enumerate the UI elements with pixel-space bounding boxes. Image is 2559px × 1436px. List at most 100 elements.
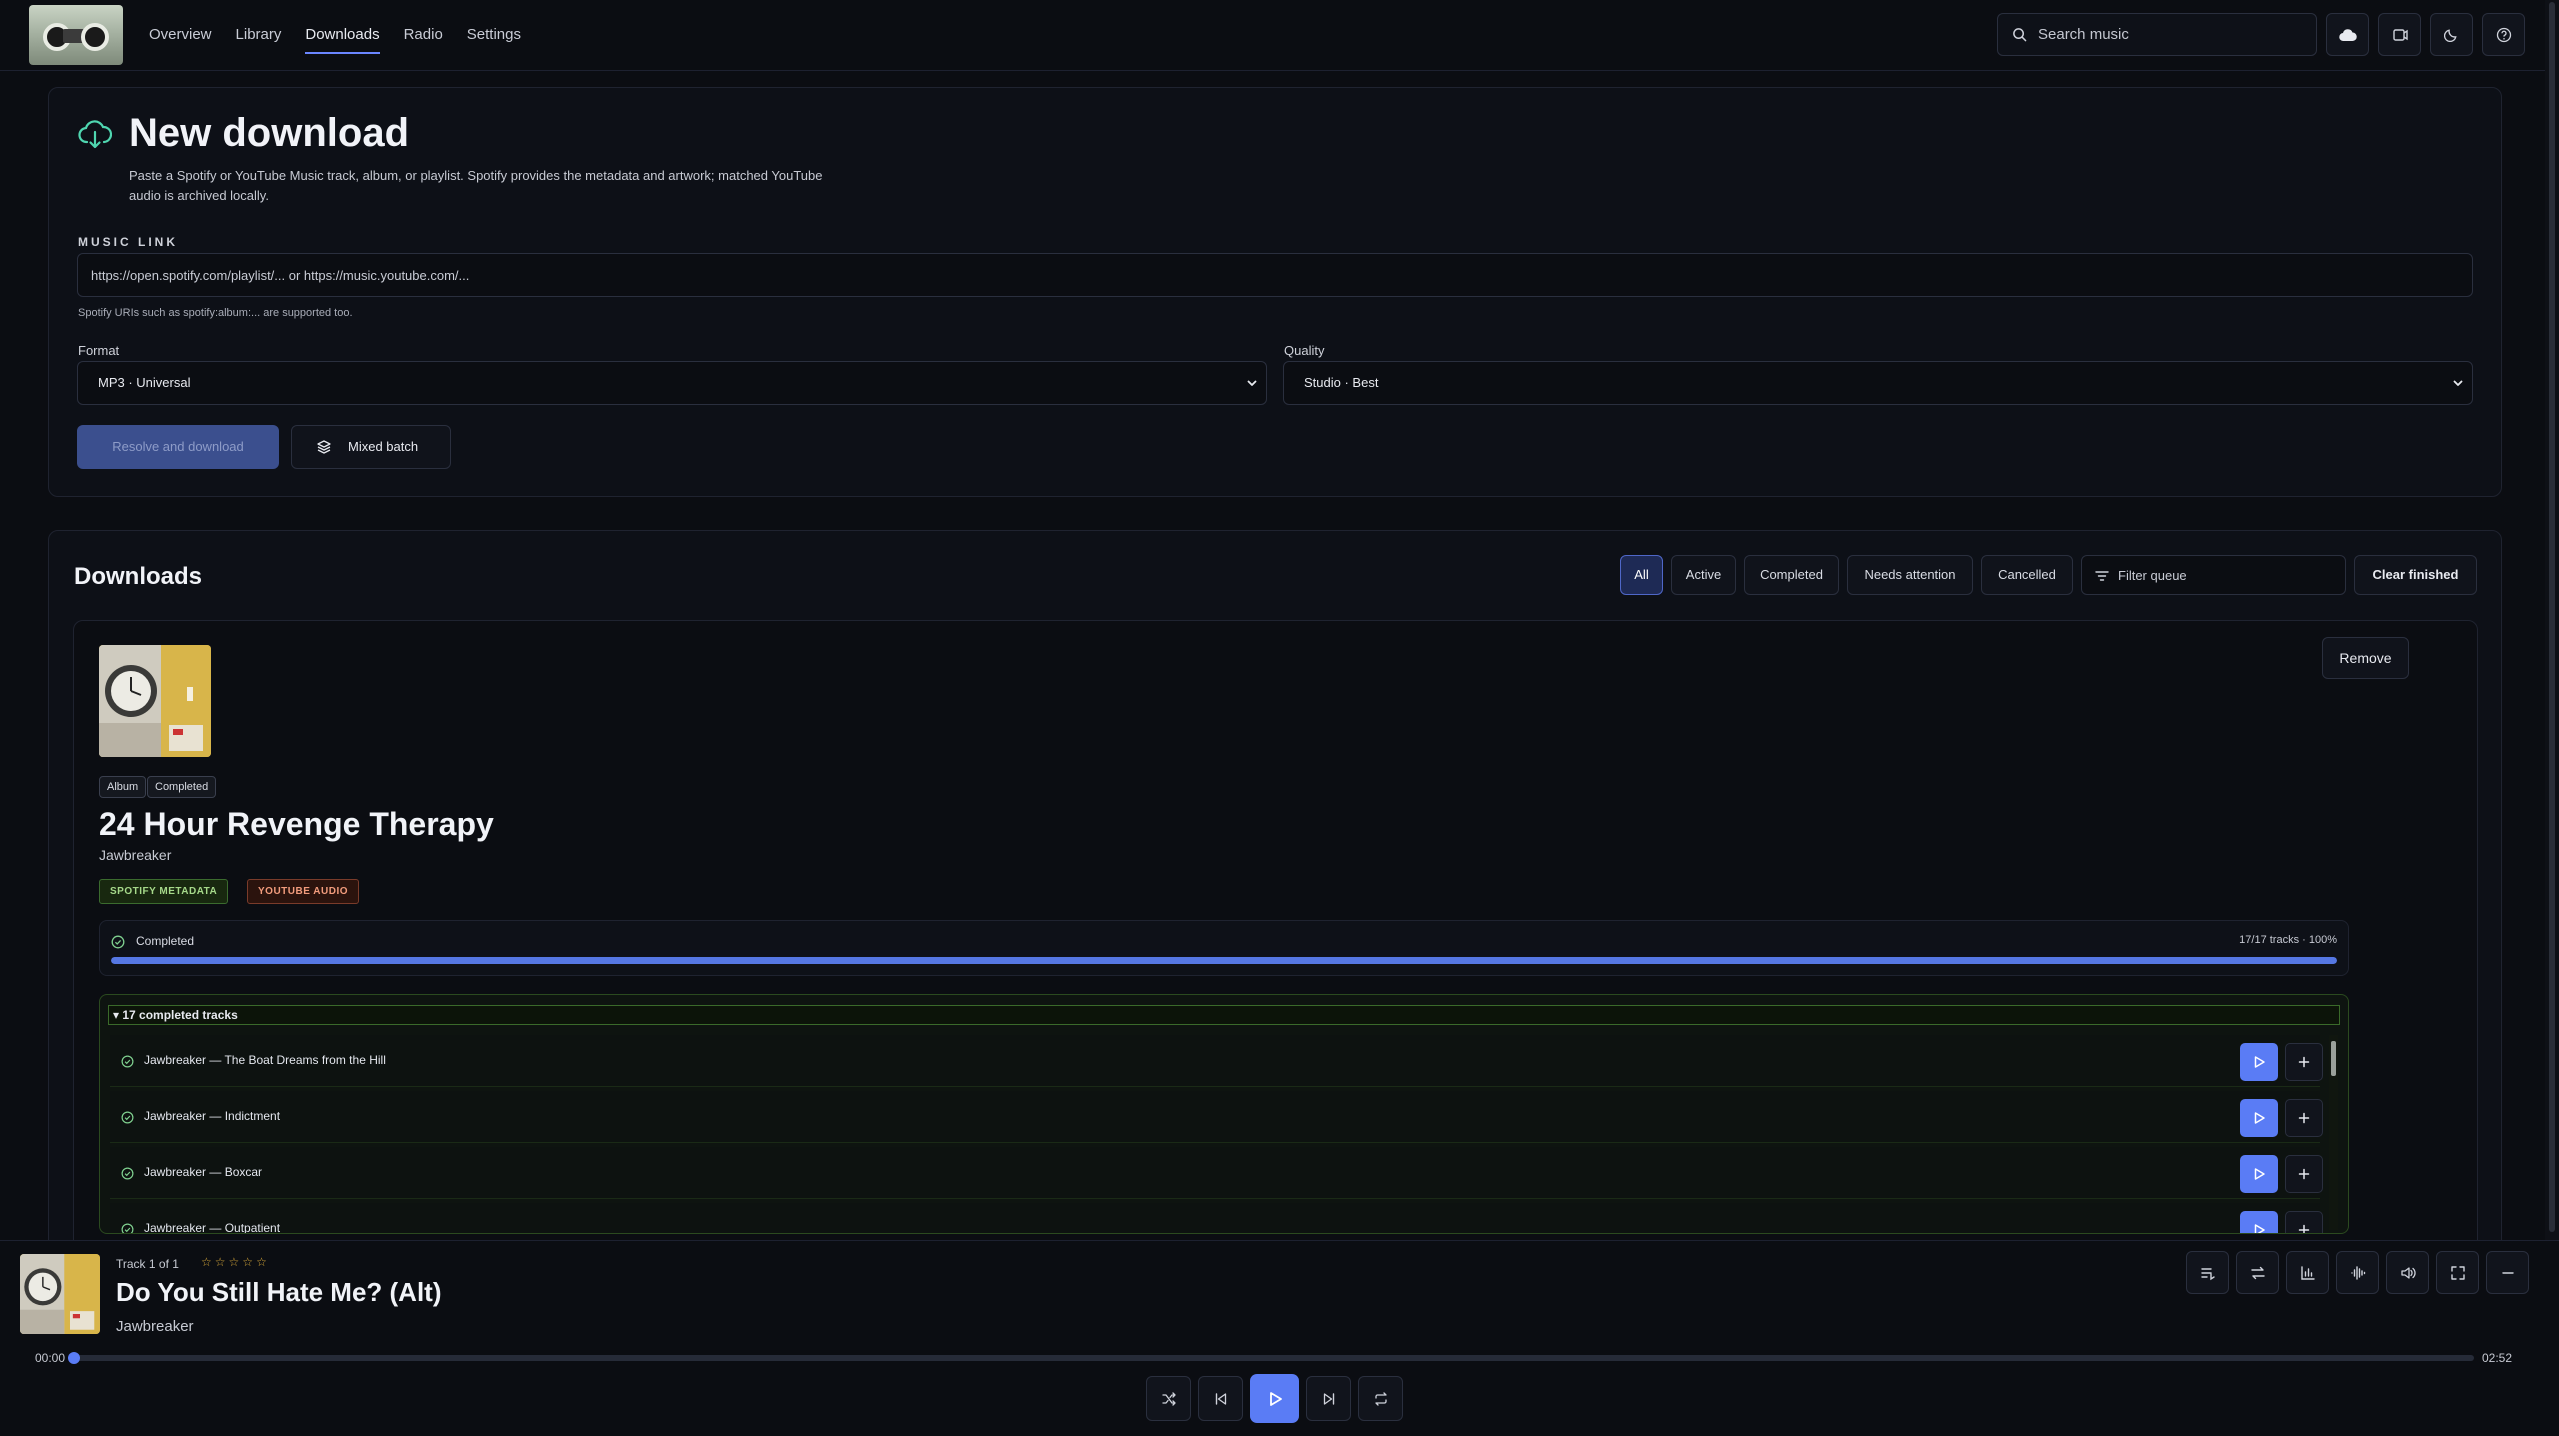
equalizer-button[interactable] xyxy=(2336,1251,2379,1294)
nav-settings[interactable]: Settings xyxy=(467,0,521,71)
music-link-field[interactable] xyxy=(77,253,2473,297)
queue-icon xyxy=(2200,1265,2216,1281)
play-button[interactable] xyxy=(1250,1374,1299,1423)
track-row: Jawbreaker — Outpatient xyxy=(110,1203,2323,1233)
format-label: Format xyxy=(78,343,120,358)
quality-select[interactable]: Studio · Best xyxy=(1283,361,2473,405)
rating-star-4[interactable]: ☆ xyxy=(242,1255,253,1269)
rating-star-5[interactable]: ☆ xyxy=(256,1255,267,1269)
track-add-button[interactable] xyxy=(2285,1155,2323,1193)
stats-button[interactable] xyxy=(2286,1251,2329,1294)
check-circle-icon xyxy=(111,935,125,949)
check-circle-icon xyxy=(121,1223,134,1233)
cloud-button[interactable] xyxy=(2326,13,2369,56)
main-nav: Overview Library Downloads Radio Setting… xyxy=(149,0,545,71)
track-play-button[interactable] xyxy=(2240,1099,2278,1137)
next-button[interactable] xyxy=(1306,1376,1351,1421)
now-playing-cover xyxy=(20,1254,100,1334)
crossfade-button[interactable] xyxy=(2236,1251,2279,1294)
track-play-button[interactable] xyxy=(2240,1043,2278,1081)
cloud-icon xyxy=(2338,28,2357,42)
bar-chart-icon xyxy=(2300,1265,2316,1281)
repeat-button[interactable] xyxy=(1358,1376,1403,1421)
shuffle-button[interactable] xyxy=(1146,1376,1191,1421)
music-link-input[interactable] xyxy=(78,254,2472,296)
seek-bar[interactable] xyxy=(68,1352,2474,1364)
track-add-button[interactable] xyxy=(2285,1043,2323,1081)
app-logo[interactable] xyxy=(29,5,123,65)
volume-button[interactable] xyxy=(2386,1251,2429,1294)
track-name: Jawbreaker — The Boat Dreams from the Hi… xyxy=(144,1053,386,1067)
nav-downloads[interactable]: Downloads xyxy=(305,0,380,71)
check-circle-icon xyxy=(121,1055,134,1068)
tracks-scrollbar[interactable] xyxy=(2329,1035,2338,1230)
clear-finished-button[interactable]: Clear finished xyxy=(2354,555,2477,595)
filter-needs-attention[interactable]: Needs attention xyxy=(1847,555,1973,595)
track-row: Jawbreaker — Boxcar xyxy=(110,1147,2323,1199)
downloads-title: Downloads xyxy=(74,563,203,590)
album-title: 24 Hour Revenge Therapy xyxy=(99,806,494,842)
page-scrollbar-thumb[interactable] xyxy=(2549,2,2555,1232)
minimize-player-button[interactable] xyxy=(2486,1251,2529,1294)
seek-handle[interactable] xyxy=(68,1352,80,1364)
cast-button[interactable] xyxy=(2378,13,2421,56)
filter-queue-box[interactable] xyxy=(2081,555,2346,595)
rating-stars[interactable]: ☆ ☆ ☆ ☆ ☆ xyxy=(201,1255,267,1269)
track-position: Track 1 of 1 xyxy=(116,1257,179,1271)
search-box[interactable] xyxy=(1997,13,2317,56)
plus-icon xyxy=(2298,1056,2310,1068)
track-play-button[interactable] xyxy=(2240,1211,2278,1233)
play-icon xyxy=(2252,1167,2266,1181)
remove-button[interactable]: Remove xyxy=(2322,637,2409,679)
rating-star-2[interactable]: ☆ xyxy=(215,1255,226,1269)
resolve-and-download-button[interactable]: Resolve and download xyxy=(77,425,279,469)
type-tag: Album xyxy=(99,776,147,798)
track-add-button[interactable] xyxy=(2285,1211,2323,1233)
track-row: Jawbreaker — The Boat Dreams from the Hi… xyxy=(110,1035,2323,1087)
help-button[interactable] xyxy=(2482,13,2525,56)
track-add-button[interactable] xyxy=(2285,1099,2323,1137)
track-row: Jawbreaker — Indictment xyxy=(110,1091,2323,1143)
theme-toggle-button[interactable] xyxy=(2430,13,2473,56)
cloud-download-icon xyxy=(78,120,112,150)
filter-completed[interactable]: Completed xyxy=(1744,555,1839,595)
player-bar: Track 1 of 1 ☆ ☆ ☆ ☆ ☆ Do You Still Hate… xyxy=(0,1240,2559,1436)
format-select[interactable]: MP3 · Universal xyxy=(77,361,1267,405)
volume-icon xyxy=(2400,1265,2416,1281)
rating-star-3[interactable]: ☆ xyxy=(229,1255,240,1269)
waveform-icon xyxy=(2350,1265,2366,1281)
completed-tracks-toggle[interactable]: ▾ 17 completed tracks xyxy=(108,1005,2340,1025)
track-duration: 02:52 xyxy=(2482,1351,2513,1365)
skip-forward-icon xyxy=(1321,1391,1337,1407)
track-name: Jawbreaker — Boxcar xyxy=(144,1165,263,1179)
search-input[interactable] xyxy=(2038,14,2308,55)
nav-overview[interactable]: Overview xyxy=(149,0,212,71)
search-icon xyxy=(2012,27,2027,42)
album-artist: Jawbreaker xyxy=(99,847,172,863)
plus-icon xyxy=(2298,1224,2310,1233)
queue-button[interactable] xyxy=(2186,1251,2229,1294)
play-icon xyxy=(2252,1111,2266,1125)
track-play-button[interactable] xyxy=(2240,1155,2278,1193)
moon-icon xyxy=(2444,27,2459,42)
spotify-metadata-badge: SPOTIFY METADATA xyxy=(99,879,229,904)
filter-cancelled[interactable]: Cancelled xyxy=(1981,555,2073,595)
downloads-card: Downloads All Active Completed Needs att… xyxy=(48,530,2502,1280)
rating-star-1[interactable]: ☆ xyxy=(201,1255,212,1269)
quality-label: Quality xyxy=(1284,343,1325,358)
tracks-scrollbar-thumb[interactable] xyxy=(2331,1041,2336,1076)
filter-queue-input[interactable] xyxy=(2118,556,2338,594)
music-link-hint: Spotify URIs such as spotify:album:... a… xyxy=(78,307,353,319)
track-name: Jawbreaker — Indictment xyxy=(144,1109,281,1123)
progress-detail: 17/17 tracks · 100% xyxy=(2239,934,2337,946)
previous-button[interactable] xyxy=(1198,1376,1243,1421)
youtube-audio-badge: YOUTUBE AUDIO xyxy=(247,879,360,904)
nav-library[interactable]: Library xyxy=(236,0,282,71)
nav-radio[interactable]: Radio xyxy=(404,0,443,71)
fullscreen-button[interactable] xyxy=(2436,1251,2479,1294)
play-icon xyxy=(1266,1390,1284,1408)
mixed-batch-button[interactable]: Mixed batch xyxy=(291,425,451,469)
filter-active[interactable]: Active xyxy=(1671,555,1736,595)
filter-all[interactable]: All xyxy=(1620,555,1663,595)
chevron-down-icon xyxy=(1246,377,1258,389)
